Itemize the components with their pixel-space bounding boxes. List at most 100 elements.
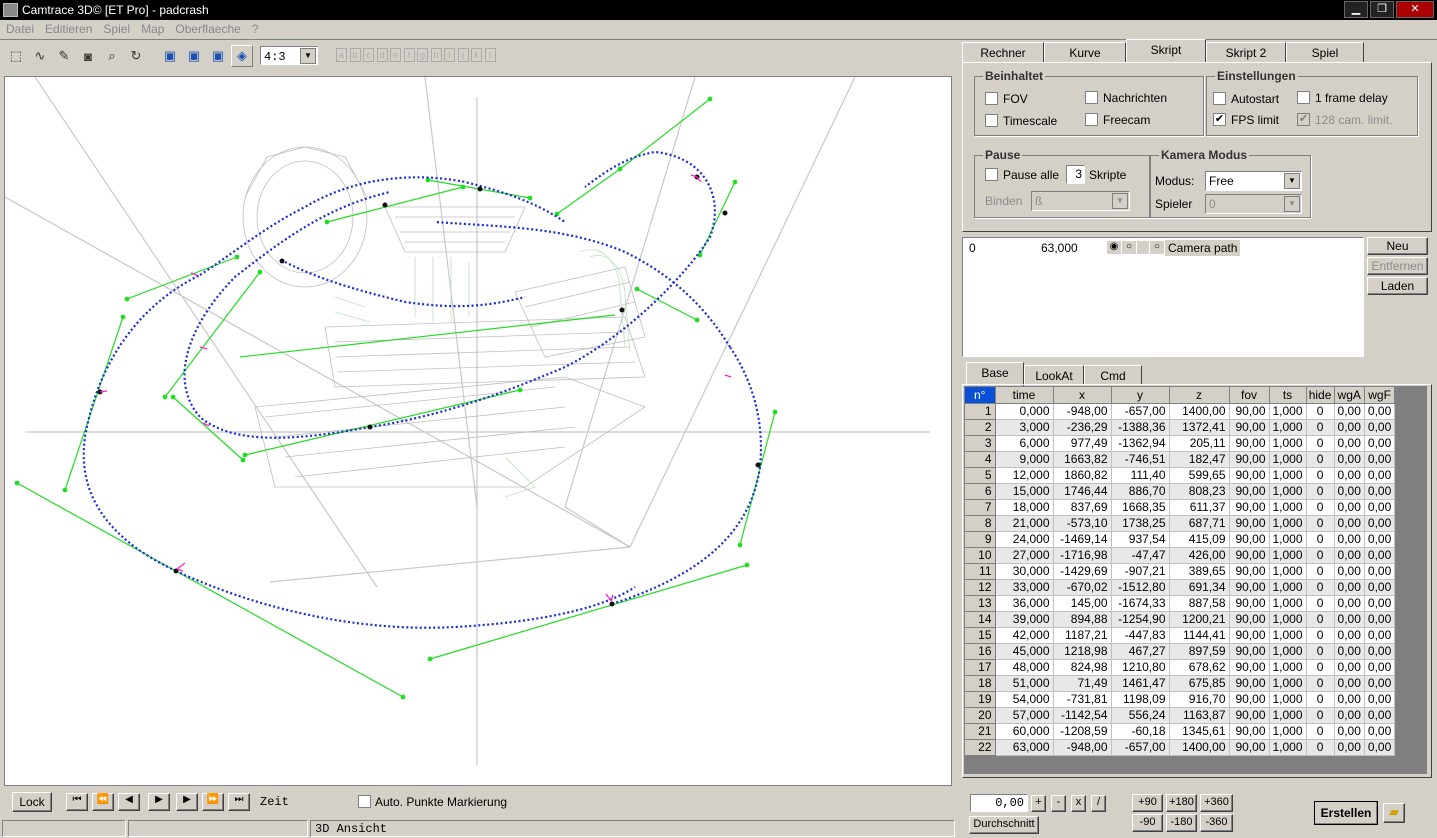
table-cell[interactable]: 90,00 bbox=[1229, 579, 1270, 596]
table-cell[interactable]: 60,000 bbox=[995, 723, 1054, 740]
table-cell[interactable]: 1,000 bbox=[1269, 707, 1307, 724]
tab-spiel[interactable]: Spiel bbox=[1286, 42, 1364, 62]
radio-icon[interactable]: ○ bbox=[1150, 241, 1164, 254]
table-cell[interactable]: 90,00 bbox=[1229, 739, 1270, 756]
play-button[interactable]: ▶ bbox=[148, 793, 170, 811]
table-cell[interactable]: 182,47 bbox=[1169, 451, 1230, 468]
tab-base[interactable]: Base bbox=[966, 362, 1024, 386]
aspect-select[interactable]: 4:3 ▼ bbox=[260, 46, 318, 65]
table-cell[interactable]: 51,000 bbox=[995, 675, 1054, 692]
table-cell[interactable]: 54,000 bbox=[995, 691, 1054, 708]
table-cell[interactable]: 0,00 bbox=[1334, 419, 1365, 436]
table-cell[interactable]: -1208,59 bbox=[1053, 723, 1112, 740]
table-cell[interactable]: 0,00 bbox=[1364, 451, 1396, 468]
table-cell[interactable]: 21,000 bbox=[995, 515, 1054, 532]
folder-icon[interactable]: ▰ bbox=[1383, 803, 1405, 823]
table-row[interactable]: 22 63,000 -948,00 -657,00 1400,00 90,00 1,000 0… bbox=[965, 739, 1396, 756]
tab-skript[interactable]: Skript bbox=[1126, 39, 1206, 63]
table-cell[interactable]: 0,00 bbox=[1364, 563, 1396, 580]
table-cell[interactable]: 45,000 bbox=[995, 643, 1054, 660]
table-cell[interactable]: 36,000 bbox=[995, 595, 1054, 612]
table-cell[interactable]: 1200,21 bbox=[1169, 611, 1230, 628]
table-cell[interactable]: 0,00 bbox=[1364, 467, 1396, 484]
table-cell[interactable]: 42,000 bbox=[995, 627, 1054, 644]
table-cell[interactable]: 0 bbox=[1306, 579, 1335, 596]
table-cell[interactable]: 0,00 bbox=[1364, 611, 1396, 628]
table-cell[interactable]: 675,85 bbox=[1169, 675, 1230, 692]
table-cell[interactable]: -670,02 bbox=[1053, 579, 1112, 596]
table-cell[interactable]: 145,00 bbox=[1053, 595, 1112, 612]
table-cell[interactable]: -1429,69 bbox=[1053, 563, 1112, 580]
table-cell[interactable]: 599,65 bbox=[1169, 467, 1230, 484]
table-cell[interactable]: 824,98 bbox=[1053, 659, 1112, 676]
table-cell[interactable]: -731,81 bbox=[1053, 691, 1112, 708]
table-row[interactable]: 15 42,000 1187,21 -447,83 1144,41 90,00 1,000 0… bbox=[965, 627, 1396, 644]
table-cell[interactable]: 90,00 bbox=[1229, 723, 1270, 740]
table-cell[interactable]: 0 bbox=[1306, 435, 1335, 452]
table-cell[interactable]: 90,00 bbox=[1229, 643, 1270, 660]
table-cell[interactable]: 0 bbox=[1306, 467, 1335, 484]
table-cell[interactable]: 57,000 bbox=[995, 707, 1054, 724]
table-cell[interactable]: 0,000 bbox=[995, 403, 1054, 420]
table-cell[interactable]: 1461,47 bbox=[1111, 675, 1170, 692]
plus-button[interactable]: + bbox=[1031, 795, 1046, 812]
table-cell[interactable]: 894,88 bbox=[1053, 611, 1112, 628]
table-cell[interactable]: 916,70 bbox=[1169, 691, 1230, 708]
table-cell[interactable]: 0,00 bbox=[1334, 659, 1365, 676]
table-cell[interactable]: 467,27 bbox=[1111, 643, 1170, 660]
table-row[interactable]: 6 15,000 1746,44 886,70 808,23 90,00 1,000 0 0,0… bbox=[965, 483, 1396, 500]
table-cell[interactable]: -657,00 bbox=[1111, 739, 1170, 756]
table-cell[interactable]: 886,70 bbox=[1111, 483, 1170, 500]
table-cell[interactable]: -1388,36 bbox=[1111, 419, 1170, 436]
table-cell[interactable]: 1218,98 bbox=[1053, 643, 1112, 660]
table-cell[interactable]: 556,24 bbox=[1111, 707, 1170, 724]
menu-help[interactable]: ? bbox=[246, 20, 264, 36]
table-cell[interactable]: 1,000 bbox=[1269, 419, 1307, 436]
table-cell[interactable]: 0,00 bbox=[1334, 739, 1365, 756]
table-cell[interactable]: 90,00 bbox=[1229, 611, 1270, 628]
table-cell[interactable]: 1,000 bbox=[1269, 531, 1307, 548]
table-row[interactable]: 1 0,000 -948,00 -657,00 1400,00 90,00 1,000 0 0,… bbox=[965, 403, 1396, 420]
table-cell[interactable]: -573,10 bbox=[1053, 515, 1112, 532]
table-cell[interactable]: 0,00 bbox=[1334, 643, 1365, 660]
table-cell[interactable]: 0,00 bbox=[1364, 707, 1396, 724]
table-cell[interactable]: 1,000 bbox=[1269, 483, 1307, 500]
cube-3d-icon[interactable]: ◈ bbox=[231, 45, 253, 67]
minus180-button[interactable]: -180 bbox=[1166, 814, 1197, 832]
table-cell[interactable]: 0,00 bbox=[1364, 403, 1396, 420]
table-cell[interactable]: 0 bbox=[1306, 483, 1335, 500]
autostart-checkbox[interactable] bbox=[1213, 92, 1226, 105]
table-cell[interactable]: 1,000 bbox=[1269, 403, 1307, 420]
table-cell[interactable]: 39,000 bbox=[995, 611, 1054, 628]
table-cell[interactable]: 0,00 bbox=[1334, 627, 1365, 644]
table-cell[interactable]: 0 bbox=[1306, 563, 1335, 580]
table-cell[interactable]: 0,00 bbox=[1334, 675, 1365, 692]
tab-skript2[interactable]: Skript 2 bbox=[1206, 42, 1286, 62]
table-cell[interactable]: -948,00 bbox=[1053, 739, 1112, 756]
table-cell[interactable]: 71,49 bbox=[1053, 675, 1112, 692]
radio-icon[interactable]: ○ bbox=[1122, 241, 1136, 254]
table-cell[interactable]: 415,09 bbox=[1169, 531, 1230, 548]
column-header[interactable]: z bbox=[1169, 387, 1230, 404]
table-cell[interactable]: 0,00 bbox=[1334, 483, 1365, 500]
table-cell[interactable]: 0,00 bbox=[1364, 435, 1396, 452]
table-row[interactable]: 20 57,000 -1142,54 556,24 1163,87 90,00 1,000 0… bbox=[965, 707, 1396, 724]
table-cell[interactable]: 0,00 bbox=[1334, 691, 1365, 708]
table-cell[interactable]: 0 bbox=[1306, 419, 1335, 436]
table-cell[interactable]: 1746,44 bbox=[1053, 483, 1112, 500]
erstellen-button[interactable]: Erstellen bbox=[1314, 801, 1378, 825]
table-cell[interactable]: -1674,33 bbox=[1111, 595, 1170, 612]
table-cell[interactable]: 0 bbox=[1306, 707, 1335, 724]
table-cell[interactable]: 0,00 bbox=[1334, 595, 1365, 612]
table-cell[interactable]: 205,11 bbox=[1169, 435, 1230, 452]
camera-icon[interactable]: ◙ bbox=[77, 45, 99, 67]
table-cell[interactable]: 15,000 bbox=[995, 483, 1054, 500]
table-row[interactable]: 14 39,000 894,88 -1254,90 1200,21 90,00 1,000 0… bbox=[965, 611, 1396, 628]
column-header[interactable]: wgF bbox=[1364, 387, 1396, 404]
table-cell[interactable]: 0 bbox=[1306, 675, 1335, 692]
scripts-list[interactable]: 0 63,000 ◉ ○ ○ Camera path bbox=[962, 237, 1364, 357]
table-cell[interactable]: 887,58 bbox=[1169, 595, 1230, 612]
fps-limit-checkbox[interactable]: ✔ bbox=[1213, 113, 1226, 126]
table-cell[interactable]: 0,00 bbox=[1334, 403, 1365, 420]
table-cell[interactable]: 90,00 bbox=[1229, 707, 1270, 724]
